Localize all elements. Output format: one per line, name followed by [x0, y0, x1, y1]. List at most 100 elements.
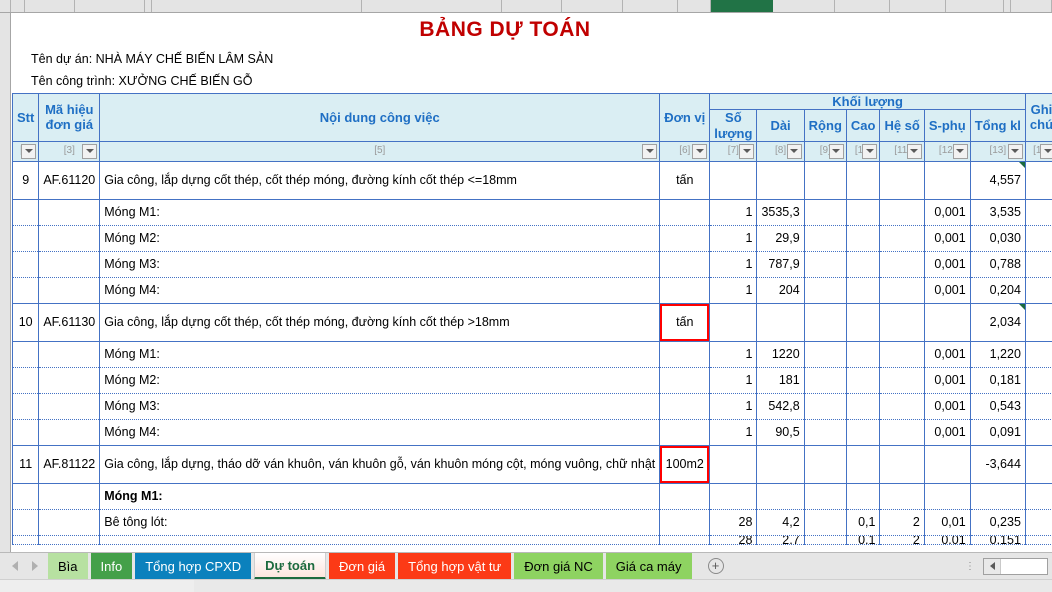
- sheet-tab-3[interactable]: Tổng hợp CPXD: [135, 553, 252, 580]
- table-row[interactable]: Móng M2: 1 181 0,001 0,181: [11, 366, 1052, 394]
- cell-stt[interactable]: [11, 366, 40, 394]
- sheet-tab-8[interactable]: Giá ca máy: [605, 553, 692, 580]
- cell-rong[interactable]: [803, 482, 847, 510]
- cell-don_vi[interactable]: 100m2: [659, 444, 711, 484]
- cell-ghi_chu[interactable]: [1024, 534, 1052, 545]
- filter-cell-ghi-chu[interactable]: [14]: [1024, 140, 1052, 162]
- cell-stt[interactable]: [11, 482, 40, 510]
- cell-tong_kl[interactable]: 3,535: [969, 198, 1026, 226]
- cell-ghi_chu[interactable]: [1024, 418, 1052, 446]
- filter-cell-cao[interactable]: [10]: [845, 140, 881, 162]
- cell-don_vi[interactable]: [659, 276, 711, 304]
- add-sheet-button[interactable]: +: [692, 553, 736, 579]
- cell-cao[interactable]: [845, 392, 881, 420]
- sheet-nav-arrows[interactable]: [0, 553, 48, 579]
- filter-dropdown-stt-icon[interactable]: [21, 143, 37, 159]
- cell-dai[interactable]: [756, 302, 805, 342]
- table-row[interactable]: Móng M1: 1 3535,3 0,001 3,535: [11, 198, 1052, 226]
- cell-tong_kl[interactable]: 0,235: [969, 508, 1026, 536]
- filter-dropdown-s-phu-icon[interactable]: [952, 143, 968, 159]
- cell-ghi_chu[interactable]: [1024, 340, 1052, 368]
- cell-ghi_chu[interactable]: [1024, 392, 1052, 420]
- table-row[interactable]: 11 AF.81122 Gia công, lắp dựng, tháo dỡ vá…: [11, 444, 1052, 484]
- cell-noi_dung[interactable]: Gia công, lắp dựng, tháo dỡ ván khuôn, v…: [99, 444, 661, 484]
- filter-cell-tong-kl[interactable]: [13]: [969, 140, 1026, 162]
- filter-dropdown-ma-hieu-icon[interactable]: [82, 143, 98, 159]
- cell-he_so[interactable]: [879, 302, 925, 342]
- sheet-tab-4[interactable]: Dự toán: [254, 553, 327, 580]
- cell-cao[interactable]: [845, 276, 881, 304]
- cell-ma[interactable]: AF.61120: [38, 160, 101, 200]
- cell-rong[interactable]: [803, 276, 847, 304]
- cell-stt[interactable]: [11, 508, 40, 536]
- scroll-track[interactable]: [1001, 558, 1047, 574]
- cell-he_so[interactable]: 2: [879, 508, 925, 536]
- cell-rong[interactable]: [803, 418, 847, 446]
- cell-ma[interactable]: [38, 508, 101, 536]
- tab-split-handle[interactable]: ⋮: [965, 561, 975, 571]
- cell-cao[interactable]: [845, 340, 881, 368]
- table-row[interactable]: Móng M1:: [11, 482, 1052, 510]
- table-row[interactable]: 9 AF.61120 Gia công, lắp dựng cốt thép, cố…: [11, 160, 1052, 200]
- cell-noi_dung[interactable]: Móng M3:: [99, 392, 661, 420]
- filter-cell-rong[interactable]: [9]: [803, 140, 847, 162]
- column-header-cell[interactable]: [890, 0, 946, 12]
- cell-stt[interactable]: [11, 418, 40, 446]
- cell-stt[interactable]: [11, 340, 40, 368]
- table-row[interactable]: Móng M3: 1 542,8 0,001 0,543: [11, 392, 1052, 420]
- cell-ma[interactable]: [38, 340, 101, 368]
- cell-dai[interactable]: 29,9: [756, 224, 805, 252]
- cell-don_vi[interactable]: [659, 508, 711, 536]
- column-header-cell[interactable]: [75, 0, 145, 12]
- filter-dropdown-he-so-icon[interactable]: [906, 143, 922, 159]
- previous-sheet-arrow-icon[interactable]: [12, 561, 18, 571]
- filter-dropdown-ghi-chu-icon[interactable]: [1040, 143, 1052, 159]
- cell-cao[interactable]: [845, 224, 881, 252]
- cell-ghi_chu[interactable]: [1024, 508, 1052, 536]
- cell-cao[interactable]: [845, 250, 881, 278]
- cell-stt[interactable]: [11, 276, 40, 304]
- cell-rong[interactable]: [803, 160, 847, 200]
- cell-so_luong[interactable]: 1: [709, 198, 758, 226]
- column-header-cell[interactable]: [362, 0, 502, 12]
- cell-he_so[interactable]: [879, 198, 925, 226]
- cell-don_vi[interactable]: [659, 198, 711, 226]
- filter-cell-stt[interactable]: [1]: [11, 140, 40, 162]
- cell-ma[interactable]: [38, 198, 101, 226]
- cell-don_vi[interactable]: [659, 224, 711, 252]
- cell-so_luong[interactable]: [709, 302, 758, 342]
- cell-ghi_chu[interactable]: [1024, 160, 1052, 200]
- cell-dai[interactable]: 90,5: [756, 418, 805, 446]
- cell-ghi_chu[interactable]: [1024, 302, 1052, 342]
- comment-indicator-icon[interactable]: [1018, 162, 1025, 168]
- sheet-tab-1[interactable]: Bìa: [48, 553, 88, 580]
- cell-rong[interactable]: [803, 224, 847, 252]
- table-row[interactable]: Móng M2: 1 29,9 0,001 0,030: [11, 224, 1052, 252]
- cell-rong[interactable]: [803, 250, 847, 278]
- next-sheet-arrow-icon[interactable]: [32, 561, 38, 571]
- sheet-tab-6[interactable]: Tổng hợp vật tư: [398, 553, 512, 580]
- cell-don_vi[interactable]: [659, 534, 711, 545]
- cell-stt[interactable]: 10: [11, 302, 40, 342]
- cell-don_vi[interactable]: [659, 392, 711, 420]
- cell-noi_dung[interactable]: [99, 534, 661, 545]
- cell-dai[interactable]: [756, 160, 805, 200]
- cell-ma[interactable]: [38, 366, 101, 394]
- cell-so_luong[interactable]: 1: [709, 250, 758, 278]
- cell-ghi_chu[interactable]: [1024, 276, 1052, 304]
- cell-cao[interactable]: [845, 482, 881, 510]
- cell-ma[interactable]: [38, 418, 101, 446]
- cell-cao[interactable]: [845, 366, 881, 394]
- cell-ma[interactable]: AF.61130: [38, 302, 101, 342]
- cell-tong_kl[interactable]: 0,030: [969, 224, 1026, 252]
- filter-dropdown-rong-icon[interactable]: [828, 143, 844, 159]
- filter-cell-he-so[interactable]: [11]: [879, 140, 925, 162]
- cell-noi_dung[interactable]: Gia công, lắp dựng cốt thép, cốt thép mó…: [99, 160, 661, 200]
- cell-s_phu[interactable]: 0,001: [923, 392, 971, 420]
- cell-ma[interactable]: [38, 224, 101, 252]
- filter-cell-dai[interactable]: [8]: [756, 140, 805, 162]
- cell-don_vi[interactable]: [659, 340, 711, 368]
- column-header-cell[interactable]: [25, 0, 75, 12]
- worksheet-grid-area[interactable]: BẢNG DỰ TOÁN Tên dự án: NHÀ MÁY CHẾ BIẾN…: [0, 13, 1052, 552]
- cell-tong_kl[interactable]: 0,788: [969, 250, 1026, 278]
